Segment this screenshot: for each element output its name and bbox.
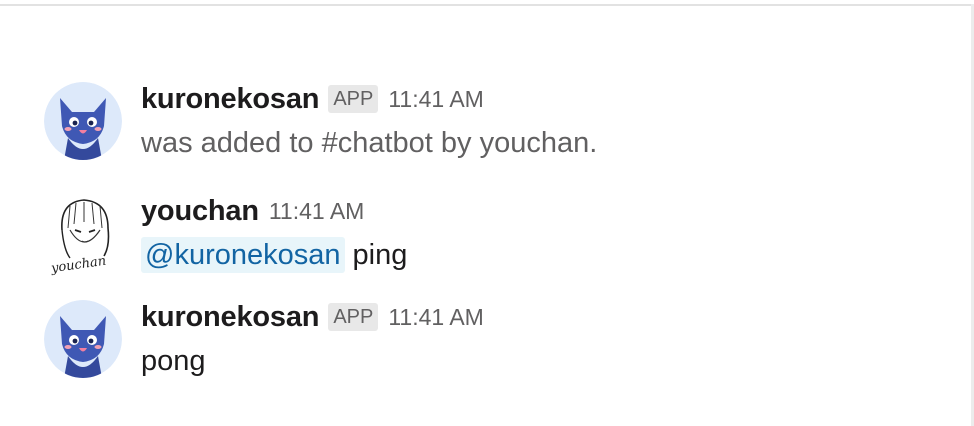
message-text: pong <box>141 345 206 377</box>
sender-name[interactable]: kuronekosan <box>141 301 320 334</box>
user-mention[interactable]: @kuronekosan <box>141 237 345 273</box>
app-badge: APP <box>328 85 379 113</box>
cat-bot-avatar-icon[interactable] <box>44 82 122 160</box>
message-timestamp[interactable]: 11:41 AM <box>269 198 364 225</box>
sketch-girl-avatar-icon[interactable]: youchan <box>48 194 122 276</box>
message-text: @kuronekosan ping <box>141 237 921 273</box>
message-text: was added to #chatbot by youchan. <box>141 127 598 159</box>
app-badge: APP <box>328 303 379 331</box>
top-divider <box>0 4 974 6</box>
message-text-content: ping <box>344 239 408 271</box>
sender-name[interactable]: youchan <box>141 195 259 228</box>
message-timestamp[interactable]: 11:41 AM <box>388 304 483 331</box>
sender-name[interactable]: kuronekosan <box>141 83 320 116</box>
message-timestamp[interactable]: 11:41 AM <box>388 86 483 113</box>
cat-bot-avatar-icon[interactable] <box>44 300 122 378</box>
